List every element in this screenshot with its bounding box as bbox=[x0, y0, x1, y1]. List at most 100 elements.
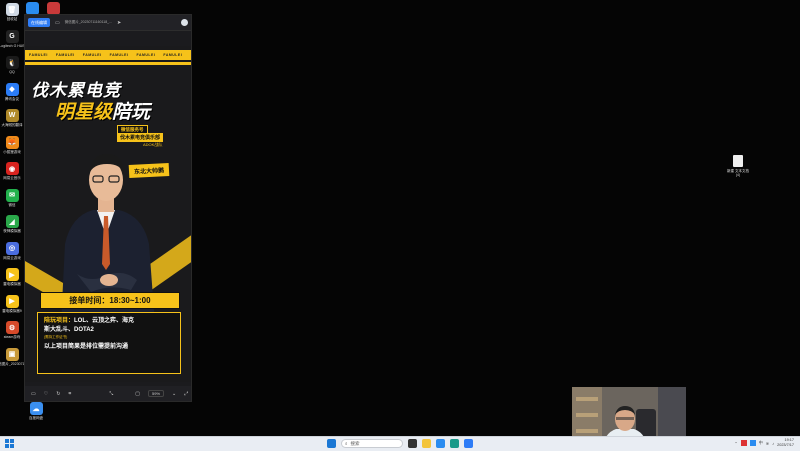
shortcut-label: 回收站 bbox=[6, 17, 18, 21]
desktop-shortcut[interactable]: ⚙ steam游戏 bbox=[2, 321, 22, 339]
avatar[interactable] bbox=[181, 19, 188, 26]
volume-icon[interactable]: ♪ bbox=[772, 441, 774, 446]
shortcut-icon: 🐧 bbox=[5, 56, 19, 69]
shortcut-label: 微信 bbox=[8, 202, 16, 207]
taskbar: ⌕ 搜索 ⌃ 中 ≋ ♪ 19:17 2023/7/17 bbox=[0, 436, 800, 451]
order-time-value: 18:30~1:00 bbox=[109, 296, 151, 305]
file-name: 微信图片_20230711160118_... bbox=[64, 20, 113, 24]
shortcut-icon: ◉ bbox=[5, 162, 19, 175]
search-placeholder: 搜索 bbox=[350, 440, 360, 446]
edit-online-button[interactable]: 在线编辑 bbox=[28, 18, 50, 27]
poster-top-stripe: FAMULEI FAMULEI FAMULEI FAMULEI FAMULEI FAMUL… bbox=[25, 50, 191, 60]
task-view-icon[interactable] bbox=[408, 439, 417, 448]
shortcut-icon: ✉ bbox=[5, 188, 19, 202]
system-tray: ⌃ 中 ≋ ♪ 19:17 2023/7/17 bbox=[734, 438, 794, 448]
shortcut-label: 网易云游戏 bbox=[3, 255, 21, 260]
thumbnail-icon[interactable]: ▭ bbox=[31, 391, 36, 397]
desktop-shortcut[interactable]: 🗑 回收站 bbox=[2, 3, 22, 21]
cloud-icon: ☁ bbox=[29, 402, 43, 415]
clock-date: 2023/7/17 bbox=[777, 443, 794, 447]
poster-tape bbox=[25, 62, 191, 65]
viewer-toolbar: 在线编辑 ▭ 微信图片_20230711160118_... ➤ bbox=[25, 15, 191, 31]
shortcut-icon: ◎ bbox=[5, 241, 19, 255]
shortcut-icon: ▶ bbox=[5, 268, 19, 281]
edge-icon[interactable] bbox=[436, 439, 445, 448]
desktop-shortcut[interactable]: ▶ 雷电模拟器 bbox=[2, 268, 22, 286]
tray-app-icon[interactable] bbox=[740, 440, 747, 446]
desktop-shortcut[interactable]: ▣微信图片_20230711... bbox=[0, 347, 29, 366]
shortcut-label: 雷电模拟器9 bbox=[2, 308, 22, 313]
expand-icon[interactable]: ⤡ bbox=[109, 391, 113, 397]
desktop-shortcut[interactable]: 🦊 小狐狸游戏 bbox=[2, 135, 22, 154]
shortcut-icon: 🦊 bbox=[5, 135, 19, 149]
desktop: 🗑 回收站 G Logitech G HUB 🐧 QQ ◆ 腾讯会议 W 大海贼的翻译 🦊 小狐狸游戏… bbox=[0, 0, 800, 436]
desktop-shortcut[interactable]: W 大海贼的翻译 bbox=[1, 109, 23, 127]
shortcut-icon: 🗑 bbox=[5, 3, 19, 16]
clock[interactable]: 19:17 2023/7/17 bbox=[777, 438, 794, 448]
shortcut-label: 夜神模拟器 bbox=[3, 229, 21, 233]
player-name-tag: 东北大帅鹅 bbox=[128, 162, 170, 179]
shortcut-icon: ▣ bbox=[5, 347, 19, 361]
shortcut-icon: ◢ bbox=[5, 215, 19, 228]
zoom-select[interactable]: 59% bbox=[148, 390, 165, 397]
desktop-shortcut[interactable]: ▶ 雷电模拟器9 bbox=[2, 294, 22, 313]
file-label: 新建 文本文档 (4) bbox=[727, 169, 749, 177]
order-time-bar: 接单时间： 18:30~1:00 bbox=[40, 292, 180, 309]
file-explorer-icon[interactable] bbox=[422, 439, 431, 448]
shortcut-icon: G bbox=[5, 29, 19, 43]
shortcut-label: 小狐狸游戏 bbox=[3, 149, 21, 154]
desktop-shortcut[interactable]: 🐧 QQ bbox=[2, 56, 22, 74]
project-value-2: 斯大乱斗、DOTA2 bbox=[44, 327, 94, 333]
tray-app-icon-2[interactable] bbox=[749, 440, 756, 446]
search-input[interactable]: ⌕ 搜索 bbox=[341, 439, 403, 448]
club-id: ADOK战队 bbox=[143, 142, 163, 147]
photos-app-icon[interactable] bbox=[464, 439, 473, 448]
start-button[interactable] bbox=[327, 439, 336, 448]
shortcut-label: 雷电模拟器 bbox=[3, 282, 21, 286]
shortcut-icon: ◆ bbox=[5, 82, 19, 96]
project-value: LOL、云顶之弈、海克 bbox=[74, 318, 135, 324]
document-icon bbox=[733, 155, 743, 167]
desktop-icon-column: 🗑 回收站 G Logitech G HUB 🐧 QQ ◆ 腾讯会议 W 大海贼的翻译 🦊 小狐狸游戏… bbox=[0, 0, 29, 436]
store-icon[interactable] bbox=[450, 439, 459, 448]
windows-start-icon[interactable] bbox=[5, 439, 14, 448]
fullscreen-icon[interactable]: ⤢ bbox=[184, 391, 188, 397]
shortcut-label: Logitech G HUB bbox=[0, 43, 25, 48]
text-file-shortcut[interactable]: 新建 文本文档 (4) bbox=[727, 155, 749, 177]
poster-image: FAMULEI FAMULEI FAMULEI FAMULEI FAMULEI FAMUL… bbox=[25, 46, 191, 382]
desktop-shortcut[interactable]: ✉ 微信 bbox=[2, 188, 22, 207]
image-viewer-window[interactable]: 在线编辑 ▭ 微信图片_20230711160118_... ➤ FAMULEI… bbox=[24, 14, 192, 402]
poster-subtitle: 明星级陪玩 bbox=[55, 102, 151, 123]
shortcut-label: 大海贼的翻译 bbox=[1, 123, 23, 127]
shortcut-icon: ▶ bbox=[5, 294, 19, 308]
language-indicator[interactable]: 中 bbox=[759, 440, 763, 446]
shortcut-label: 网易云音乐 bbox=[3, 176, 21, 180]
shortcut-label: steam游戏 bbox=[3, 335, 21, 339]
viewer-bottom-bar: ▭ ♡ ↻ ⌗ ⤡ ▢ 59% ⌄ ⤢ bbox=[25, 386, 191, 401]
crop-icon[interactable]: ⌗ bbox=[68, 391, 71, 397]
cursor-icon: ➤ bbox=[117, 19, 122, 26]
shortcut-icon: ⚙ bbox=[5, 321, 19, 334]
club-name: 伐木累电竞俱乐部 bbox=[117, 133, 164, 142]
footer-note: 以上项目简果是排位需提前沟通 bbox=[44, 344, 129, 350]
search-icon: ⌕ bbox=[345, 441, 348, 446]
wifi-icon[interactable]: ≋ bbox=[766, 441, 769, 446]
shortcut-label: 百度网盘 bbox=[29, 416, 43, 420]
desktop-shortcut[interactable]: ◆ 腾讯会议 bbox=[2, 82, 22, 101]
project-label: 陪玩项目： bbox=[44, 318, 75, 324]
shortcut-icon: W bbox=[5, 109, 19, 122]
fit-icon[interactable]: ▢ bbox=[135, 391, 140, 397]
small-note: (需持工作证书) bbox=[44, 335, 68, 339]
desktop-shortcut[interactable]: ◉ 网易云音乐 bbox=[2, 162, 22, 180]
desktop-shortcut[interactable]: G Logitech G HUB bbox=[0, 29, 25, 48]
baidu-netdisk-shortcut[interactable]: ☁ 百度网盘 bbox=[26, 402, 46, 420]
order-time-label: 接单时间： bbox=[69, 296, 110, 305]
chevron-up-icon[interactable]: ⌃ bbox=[734, 441, 737, 446]
desktop-shortcut[interactable]: ◎ 网易云游戏 bbox=[2, 241, 22, 260]
taskbar-center: ⌕ 搜索 bbox=[327, 439, 473, 448]
desktop-shortcut[interactable]: ◢ 夜神模拟器 bbox=[2, 215, 22, 233]
panel-icon[interactable]: ▭ bbox=[55, 20, 60, 26]
rotate-icon[interactable]: ↻ bbox=[56, 391, 60, 397]
chevron-down-icon[interactable]: ⌄ bbox=[172, 391, 176, 397]
heart-icon[interactable]: ♡ bbox=[44, 391, 48, 397]
